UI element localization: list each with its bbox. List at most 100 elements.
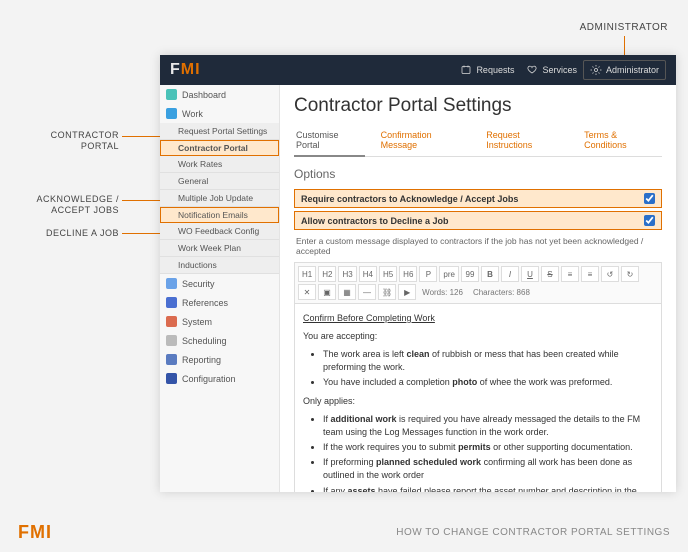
annotation-decline-job: DECLINE A JOB [14, 228, 119, 239]
sidebar-sub-inductions[interactable]: Inductions [160, 257, 279, 274]
gear-icon [166, 316, 177, 327]
editor-heading: Confirm Before Completing Work [303, 313, 435, 323]
nav-administrator[interactable]: Administrator [583, 60, 666, 80]
editor-stat-words: Words: 126 [418, 284, 467, 300]
option-require-acknowledge: Require contractors to Acknowledge / Acc… [294, 189, 662, 208]
rich-text-editor[interactable]: Confirm Before Completing Work You are a… [294, 303, 662, 492]
editor-btn-video[interactable]: ▶ [398, 284, 416, 300]
nav-requests[interactable]: Requests [454, 55, 520, 85]
sidebar-label: Scheduling [182, 336, 227, 346]
editor-btn-link[interactable]: ⛓ [378, 284, 396, 300]
editor-list-item: If the work requires you to submit permi… [323, 441, 653, 454]
tab-confirmation-message[interactable]: Confirmation Message [379, 125, 471, 156]
editor-btn-h5[interactable]: H5 [379, 266, 397, 282]
nav-services[interactable]: Services [520, 55, 583, 85]
services-icon [526, 64, 538, 76]
page-footer: FMI HOW TO CHANGE CONTRACTOR PORTAL SETT… [0, 512, 688, 552]
option-allow-decline-label: Allow contractors to Decline a Job [301, 216, 449, 226]
editor-btn-hr[interactable]: — [358, 284, 376, 300]
annotation-acknowledge-accept: ACKNOWLEDGE / ACCEPT JOBS [14, 194, 119, 216]
editor-btn-italic[interactable]: I [501, 266, 519, 282]
sidebar-label: Dashboard [182, 90, 226, 100]
options-heading: Options [294, 167, 662, 181]
editor-btn-strike[interactable]: S [541, 266, 559, 282]
editor-btn-underline[interactable]: U [521, 266, 539, 282]
nav-requests-label: Requests [476, 65, 514, 75]
sidebar-item-work[interactable]: Work [160, 104, 279, 123]
editor-btn-quote[interactable]: 99 [461, 266, 479, 282]
editor-btn-p[interactable]: P [419, 266, 437, 282]
editor-toolbar: H1 H2 H3 H4 H5 H6 P pre 99 B I U S ≡ ≡ ↺ [294, 262, 662, 303]
sidebar-sub-multiple-job[interactable]: Multiple Job Update [160, 190, 279, 207]
sidebar-item-configuration[interactable]: Configuration [160, 369, 279, 388]
editor-btn-image[interactable]: ▣ [318, 284, 336, 300]
sidebar-label: Work [182, 109, 203, 119]
sidebar-label: Security [182, 279, 215, 289]
config-icon [166, 373, 177, 384]
tab-customise-portal[interactable]: Customise Portal [294, 125, 365, 157]
shield-icon [166, 278, 177, 289]
editor-btn-clear[interactable]: ✕ [298, 284, 316, 300]
editor-btn-undo[interactable]: ↺ [601, 266, 619, 282]
editor-btn-h6[interactable]: H6 [399, 266, 417, 282]
editor-list-item: If preforming planned scheduled work con… [323, 456, 653, 482]
calendar-icon [166, 335, 177, 346]
dashboard-icon [166, 89, 177, 100]
sidebar-item-reporting[interactable]: Reporting [160, 350, 279, 369]
tabs: Customise Portal Confirmation Message Re… [294, 125, 662, 157]
sidebar-item-references[interactable]: References [160, 293, 279, 312]
brand-logo: FMI [170, 61, 201, 79]
editor-stat-characters: Characters: 868 [469, 284, 534, 300]
sidebar-label: References [182, 298, 228, 308]
sidebar-label: Configuration [182, 374, 236, 384]
gear-icon [590, 64, 602, 76]
editor-btn-redo[interactable]: ↻ [621, 266, 639, 282]
sidebar-sub-request-portal[interactable]: Request Portal Settings [160, 123, 279, 140]
sidebar-label: System [182, 317, 212, 327]
annotation-contractor-portal: CONTRACTOR PORTAL [14, 130, 119, 152]
footer-logo: FMI [18, 522, 52, 543]
editor-btn-h1[interactable]: H1 [298, 266, 316, 282]
checkbox-allow-decline[interactable] [644, 215, 655, 226]
nav-administrator-label: Administrator [606, 65, 659, 75]
work-icon [166, 108, 177, 119]
nav-services-label: Services [542, 65, 577, 75]
sidebar: Dashboard Work Request Portal Settings C… [160, 85, 280, 492]
editor-btn-h4[interactable]: H4 [359, 266, 377, 282]
editor-btn-bold[interactable]: B [481, 266, 499, 282]
sidebar-item-scheduling[interactable]: Scheduling [160, 331, 279, 350]
editor-btn-table[interactable]: ▦ [338, 284, 356, 300]
footer-caption: HOW TO CHANGE CONTRACTOR PORTAL SETTINGS [396, 527, 670, 538]
editor-btn-h2[interactable]: H2 [318, 266, 336, 282]
option-allow-decline: Allow contractors to Decline a Job [294, 211, 662, 230]
tab-terms-conditions[interactable]: Terms & Conditions [582, 125, 662, 156]
editor-text: You are accepting: [303, 330, 653, 343]
app-window: FMI Requests Services Administrator Dash… [160, 55, 676, 492]
editor-text: Only applies: [303, 395, 653, 408]
titlebar: FMI Requests Services Administrator [160, 55, 676, 85]
checkbox-require-acknowledge[interactable] [644, 193, 655, 204]
book-icon [166, 297, 177, 308]
sidebar-sub-work-week[interactable]: Work Week Plan [160, 240, 279, 257]
editor-btn-h3[interactable]: H3 [338, 266, 356, 282]
chart-icon [166, 354, 177, 365]
sidebar-sub-wo-feedback[interactable]: WO Feedback Config [160, 223, 279, 240]
editor-list-item: You have included a completion photo of … [323, 376, 653, 389]
option-require-acknowledge-label: Require contractors to Acknowledge / Acc… [301, 194, 518, 204]
sidebar-sub-contractor-portal[interactable]: Contractor Portal [160, 140, 279, 156]
tab-request-instructions[interactable]: Request Instructions [484, 125, 568, 156]
editor-hint: Enter a custom message displayed to cont… [294, 233, 662, 262]
sidebar-sub-notification-emails[interactable]: Notification Emails [160, 207, 279, 223]
sidebar-item-security[interactable]: Security [160, 274, 279, 293]
sidebar-item-dashboard[interactable]: Dashboard [160, 85, 279, 104]
requests-icon [460, 64, 472, 76]
editor-list-item: If additional work is required you have … [323, 413, 653, 439]
sidebar-sub-work-rates[interactable]: Work Rates [160, 156, 279, 173]
editor-btn-ol[interactable]: ≡ [561, 266, 579, 282]
sidebar-sub-general[interactable]: General [160, 173, 279, 190]
sidebar-label: Reporting [182, 355, 221, 365]
editor-btn-pre[interactable]: pre [439, 266, 459, 282]
editor-btn-ul[interactable]: ≡ [581, 266, 599, 282]
sidebar-item-system[interactable]: System [160, 312, 279, 331]
page-title: Contractor Portal Settings [294, 95, 662, 117]
